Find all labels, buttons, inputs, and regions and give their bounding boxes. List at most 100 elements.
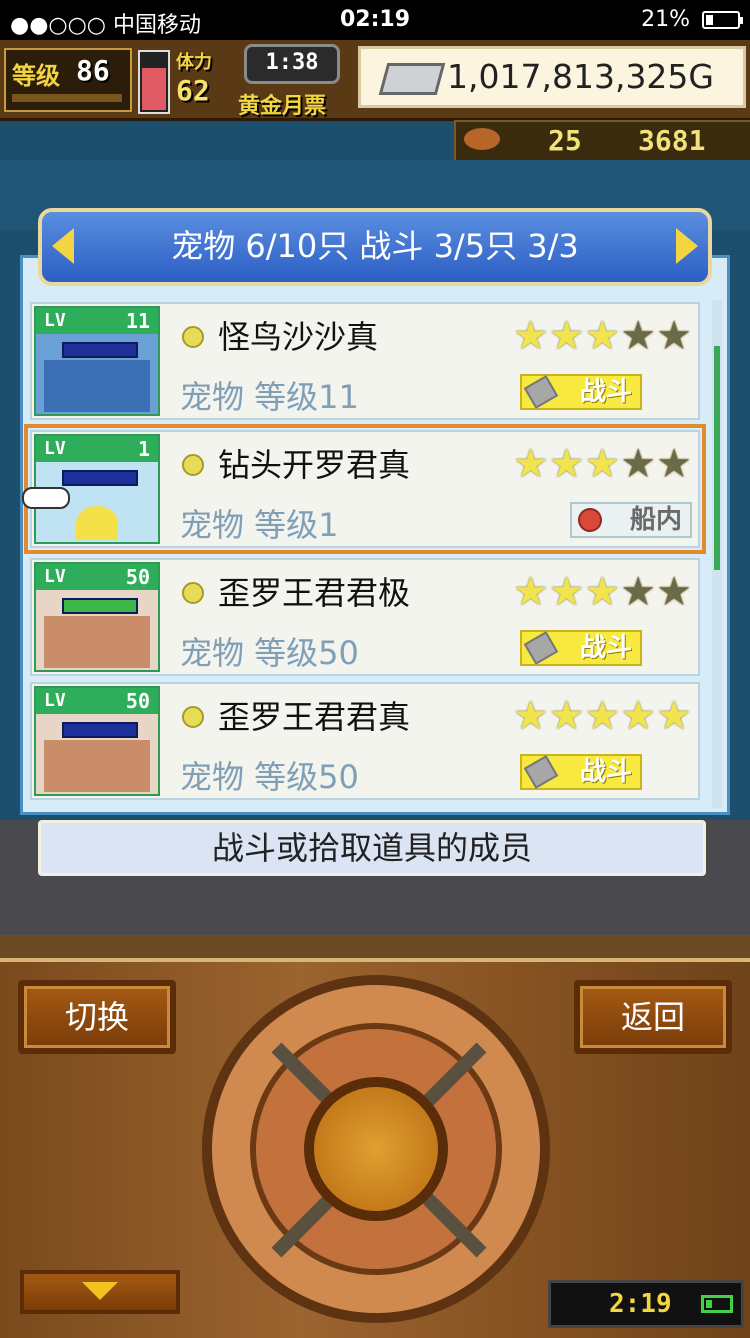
lv-label: LV [44, 310, 66, 331]
level-progress-bar [12, 94, 122, 102]
prev-page-arrow-icon[interactable] [52, 228, 74, 264]
lv-label: LV [44, 438, 66, 459]
star-icon: ★ [512, 313, 549, 359]
battery-percent: 21% [641, 7, 690, 32]
food-icon [464, 128, 500, 150]
pet-name: 钻头开罗君真 [218, 446, 411, 484]
level-label: 等级 [12, 62, 60, 90]
pet-hp-bar [62, 598, 138, 614]
silver-bar-icon [378, 63, 446, 95]
lv-value: 50 [125, 565, 150, 589]
drill-monster-sprite [76, 506, 118, 540]
star-icon: ★ [620, 313, 657, 359]
status-bar: ●●○○○ 中国移动 02:19 21% [0, 0, 750, 40]
rank-stars: ★★★★★ [513, 314, 692, 358]
pet-subtitle: 宠物 等级50 [180, 758, 359, 796]
star-icon: ★ [584, 693, 621, 739]
pointing-hand-icon [22, 487, 70, 509]
pet-subtitle: 宠物 等级50 [180, 634, 359, 672]
level-value: 86 [76, 54, 110, 87]
next-page-arrow-icon[interactable] [676, 228, 698, 264]
pet-hp-bar [62, 470, 138, 486]
pet-portrait: LV 11 [34, 306, 160, 416]
down-arrow-icon [82, 1282, 118, 1300]
pet-row-selected[interactable]: LV 1 钻头开罗君真 宠物 等级1 ★★★★★ 船内 [24, 424, 706, 554]
pet-row[interactable]: LV 50 歪罗王君君真 宠物 等级50 ★★★★★ 战斗 [30, 682, 700, 800]
pet-list-header: 宠物 6/10只 战斗 3/5只 3/3 [38, 208, 712, 286]
sword-icon [523, 375, 559, 409]
star-icon: ★ [548, 441, 585, 487]
star-icon: ★ [656, 693, 692, 739]
player-level: 等级 86 [4, 48, 132, 112]
star-icon: ★ [620, 569, 657, 615]
star-icon: ★ [584, 441, 621, 487]
bird-monster-sprite [44, 360, 150, 412]
scrollbar-thumb[interactable] [714, 346, 720, 570]
food-count: 25 [548, 124, 582, 157]
pet-type-icon [182, 326, 204, 348]
star-icon: ★ [584, 569, 621, 615]
list-scrollbar[interactable] [712, 300, 722, 808]
pet-name: 歪罗王君君极 [218, 574, 411, 612]
stamina-value: 62 [176, 74, 210, 107]
dpad-center-button[interactable] [304, 1077, 448, 1221]
pet-subtitle: 宠物 等级1 [180, 506, 339, 544]
gold-pass-label[interactable]: 黄金月票 [238, 88, 326, 120]
rank-stars: ★★★★★ [513, 570, 692, 614]
pet-hp-bar [62, 722, 138, 738]
pet-row[interactable]: LV 11 怪鸟沙沙真 宠物 等级11 ★★★★★ 战斗 [30, 302, 700, 420]
star-icon: ★ [548, 313, 585, 359]
sword-icon [523, 631, 559, 665]
hp-gauge [138, 50, 170, 114]
battery-icon [701, 1295, 733, 1313]
star-icon: ★ [548, 693, 585, 739]
status-badge-battle[interactable]: 战斗 [520, 630, 642, 666]
pet-portrait: LV 50 [34, 686, 160, 796]
lv-value: 11 [125, 309, 150, 333]
star-icon: ★ [512, 569, 549, 615]
game-clock-time: 2:19 [609, 1289, 672, 1319]
switch-button[interactable]: 切换 [18, 980, 176, 1054]
money-value: 1,017,813,325G [447, 57, 714, 96]
lv-label: LV [44, 690, 66, 711]
medal-count: 3681 [638, 124, 706, 157]
king-monster-sprite [44, 740, 150, 792]
pet-hp-bar [62, 342, 138, 358]
lv-label: LV [44, 566, 66, 587]
back-button[interactable]: 返回 [574, 980, 732, 1054]
status-badge-onboard[interactable]: 船内 [570, 502, 692, 538]
sword-icon [523, 755, 559, 789]
pet-type-icon [182, 582, 204, 604]
status-badge-battle[interactable]: 战斗 [520, 754, 642, 790]
deck-rail [0, 935, 750, 960]
lv-value: 1 [137, 437, 150, 461]
resource-strip: 25 3681 [454, 120, 750, 162]
scroll-down-button[interactable] [20, 1270, 180, 1314]
money-display: 1,017,813,325G [358, 46, 746, 108]
star-icon: ★ [620, 441, 657, 487]
star-icon: ★ [656, 441, 692, 487]
status-time: 02:19 [339, 7, 411, 32]
game-clock: 2:19 [548, 1280, 744, 1328]
timer-display: 1:38 [244, 44, 340, 84]
panel-caption: 战斗或拾取道具的成员 [38, 820, 706, 876]
header-text: 宠物 6/10只 战斗 3/5只 3/3 [171, 227, 579, 265]
pet-name: 歪罗王君君真 [218, 698, 411, 736]
lv-value: 50 [125, 689, 150, 713]
pet-type-icon [182, 706, 204, 728]
stamina-label: 体力 [176, 52, 212, 73]
star-icon: ★ [512, 693, 549, 739]
star-icon: ★ [656, 569, 692, 615]
star-icon: ★ [620, 693, 657, 739]
status-badge-battle[interactable]: 战斗 [520, 374, 642, 410]
star-icon: ★ [656, 313, 692, 359]
rank-stars: ★★★★★ [513, 694, 692, 738]
star-icon: ★ [512, 441, 549, 487]
star-icon: ★ [584, 313, 621, 359]
pet-portrait: LV 50 [34, 562, 160, 672]
pet-row[interactable]: LV 50 歪罗王君君极 宠物 等级50 ★★★★★ 战斗 [30, 558, 700, 676]
dpad[interactable] [202, 975, 550, 1323]
pet-type-icon [182, 454, 204, 476]
stamina: 体力 62 [176, 48, 212, 107]
magnifier-icon [573, 503, 607, 537]
